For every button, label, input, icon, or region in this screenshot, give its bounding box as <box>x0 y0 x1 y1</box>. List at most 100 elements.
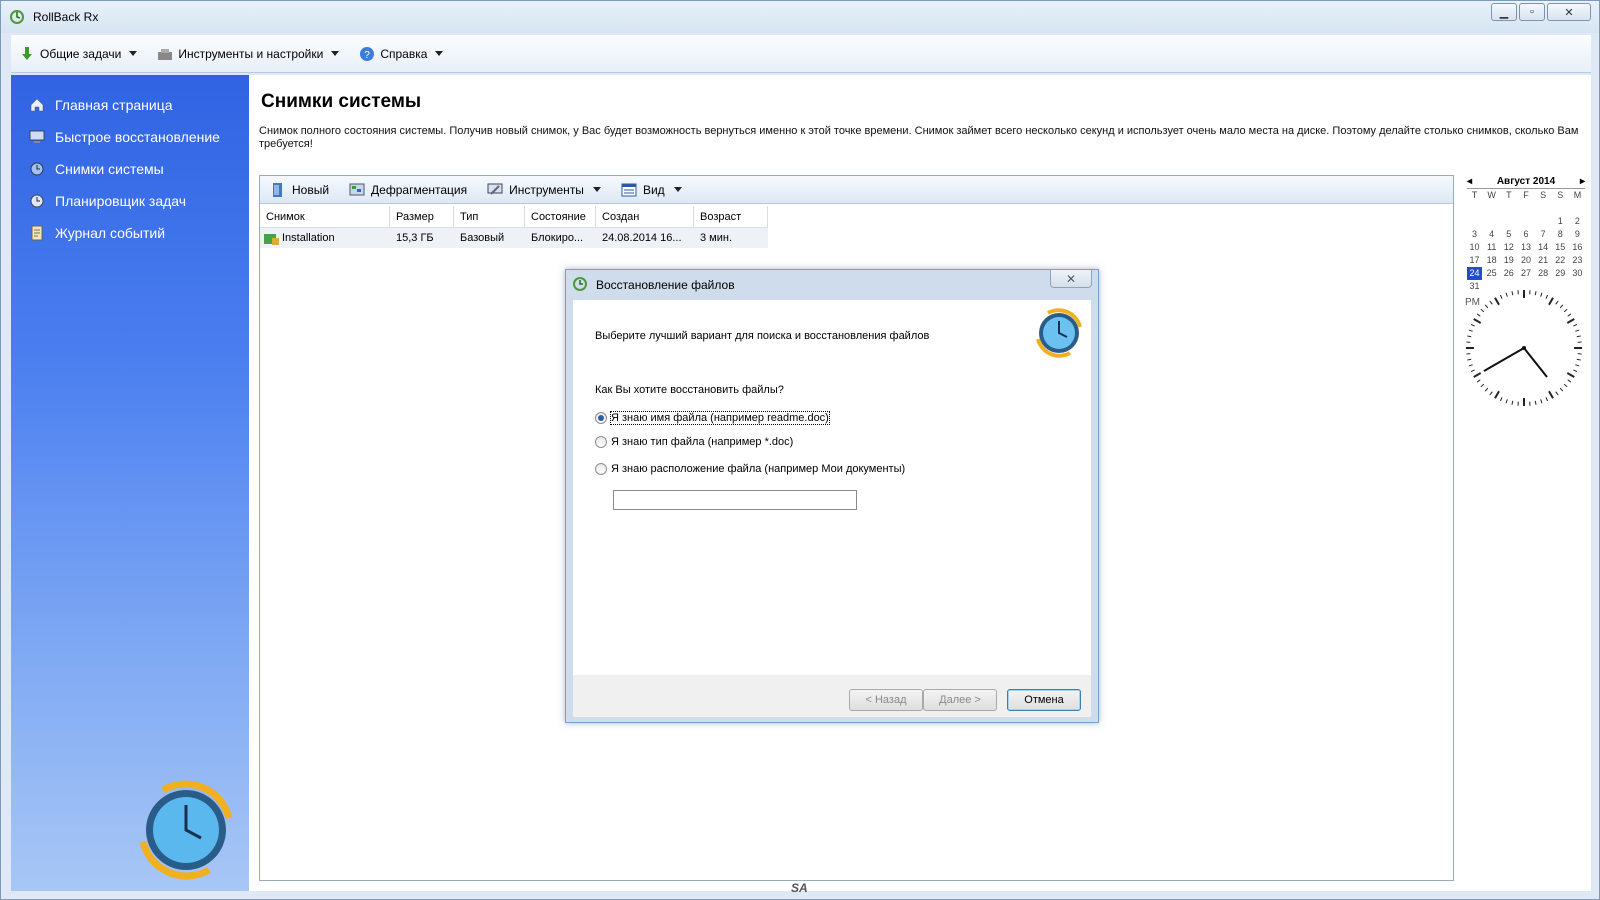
calendar-day <box>1536 215 1551 228</box>
menu-tools-settings[interactable]: Инструменты и настройки <box>157 46 340 62</box>
calendar-day[interactable]: 6 <box>1518 228 1533 241</box>
back-button[interactable]: < Назад <box>849 689 923 711</box>
help-icon: ? <box>360 46 375 61</box>
sidebar-item-scheduler[interactable]: Планировщик задач <box>29 193 186 209</box>
calendar-day <box>1518 202 1533 215</box>
new-snapshot-button[interactable]: Новый <box>270 182 329 198</box>
analog-clock: PM <box>1465 290 1582 406</box>
calendar-day[interactable]: 1 <box>1553 215 1568 228</box>
clock-tick <box>1566 372 1575 378</box>
calendar-day[interactable]: 18 <box>1484 254 1499 267</box>
calendar-day[interactable]: 13 <box>1518 241 1533 254</box>
calendar-day <box>1467 215 1482 228</box>
page-title: Снимки системы <box>261 91 422 112</box>
clock-tick <box>1575 364 1580 367</box>
maximize-button[interactable]: ▫ <box>1519 3 1545 21</box>
calendar-day[interactable]: 19 <box>1501 254 1516 267</box>
calendar-day[interactable]: 17 <box>1467 254 1482 267</box>
filename-input[interactable] <box>613 490 857 510</box>
table-row[interactable]: Installation 15,3 ГБ Базовый Блокиро... … <box>260 228 768 248</box>
menu-general-tasks[interactable]: Общие задачи <box>19 46 138 62</box>
calendar-day[interactable]: 29 <box>1553 267 1568 280</box>
calendar-day[interactable]: 14 <box>1536 241 1551 254</box>
home-icon <box>30 98 44 112</box>
calendar-day[interactable]: 11 <box>1484 241 1499 254</box>
option-by-filename[interactable]: Я знаю имя файла (например readme.doc) <box>595 411 830 425</box>
column-header-size[interactable]: Размер <box>390 206 454 228</box>
clock-tick <box>1563 383 1568 388</box>
column-header-age[interactable]: Возраст <box>694 206 768 228</box>
calendar-day[interactable]: 25 <box>1484 267 1499 280</box>
sidebar-item-home[interactable]: Главная страница <box>29 97 173 113</box>
column-header-type[interactable]: Тип <box>454 206 525 228</box>
calendar-day[interactable]: 24 <box>1467 267 1482 280</box>
close-window-button[interactable]: ✕ <box>1547 3 1591 21</box>
calendar-day[interactable]: 16 <box>1570 241 1585 254</box>
option-by-location[interactable]: Я знаю расположение файла (например Мои … <box>595 463 905 475</box>
clock-tick <box>1467 358 1472 361</box>
snapshot-toolbar: Новый Дефрагментация Инструменты Вид <box>260 176 1453 204</box>
calendar-day <box>1484 202 1499 215</box>
sidebar-item-event-log[interactable]: Журнал событий <box>29 225 165 241</box>
calendar-day[interactable]: 30 <box>1570 267 1585 280</box>
calendar-day[interactable]: 9 <box>1570 228 1585 241</box>
calendar-day[interactable]: 22 <box>1553 254 1568 267</box>
calendar-day[interactable]: 8 <box>1553 228 1568 241</box>
radio-button[interactable] <box>595 412 607 424</box>
calendar-day[interactable]: 27 <box>1518 267 1533 280</box>
minimize-button[interactable]: ▁ <box>1491 3 1517 21</box>
option-by-filetype[interactable]: Я знаю тип файла (например *.doc) <box>595 436 793 448</box>
calendar-weekday: W <box>1487 190 1496 200</box>
defrag-button[interactable]: Дефрагментация <box>349 182 467 198</box>
sidebar-item-label: Планировщик задач <box>55 193 187 209</box>
sidebar: Главная страница Быстрое восстановление … <box>11 75 249 891</box>
clock-tick <box>1573 323 1578 327</box>
clock-tick <box>1480 383 1485 388</box>
calendar-day[interactable]: 7 <box>1536 228 1551 241</box>
tools-dropdown[interactable]: Инструменты <box>487 182 601 198</box>
calendar-next-button[interactable]: ▸ <box>1580 176 1585 187</box>
calendar-day[interactable]: 4 <box>1484 228 1499 241</box>
radio-button[interactable] <box>595 463 607 475</box>
calendar-day[interactable]: 3 <box>1467 228 1482 241</box>
column-header-created[interactable]: Создан <box>596 206 694 228</box>
dialog-close-button[interactable]: ✕ <box>1050 270 1092 288</box>
sidebar-item-label: Главная страница <box>55 97 173 113</box>
view-dropdown[interactable]: Вид <box>621 182 682 198</box>
calendar-prev-button[interactable]: ◂ <box>1467 176 1472 187</box>
calendar-day[interactable]: 10 <box>1467 241 1482 254</box>
calendar-day[interactable]: 28 <box>1536 267 1551 280</box>
calendar-day[interactable]: 5 <box>1501 228 1516 241</box>
tools-icon <box>158 48 173 60</box>
calendar-day[interactable]: 23 <box>1570 254 1585 267</box>
calendar-day[interactable]: 2 <box>1570 215 1585 228</box>
column-header-snapshot[interactable]: Снимок <box>260 206 390 228</box>
column-header-state[interactable]: Состояние <box>525 206 596 228</box>
clock-tick <box>1494 390 1500 399</box>
clock-tick <box>1545 397 1549 402</box>
clock-tick <box>1567 379 1572 383</box>
calendar-day[interactable]: 21 <box>1536 254 1551 267</box>
new-snapshot-icon <box>273 182 282 197</box>
next-button[interactable]: Далее > <box>923 689 997 711</box>
snapshot-lock-icon <box>264 234 279 245</box>
clock-tick <box>1476 313 1481 317</box>
clock-tick <box>1534 291 1537 296</box>
sidebar-item-quick-restore[interactable]: Быстрое восстановление <box>29 129 220 145</box>
menu-bar: Общие задачи Инструменты и настройки ? С… <box>11 35 1591 73</box>
cell-created: 24.08.2014 16... <box>602 232 682 244</box>
rollback-logo-icon <box>139 780 233 880</box>
calendar-weekday: F <box>1523 190 1529 200</box>
clock-tick <box>1534 400 1537 405</box>
menu-help[interactable]: ? Справка <box>359 46 444 62</box>
calendar-day[interactable]: 26 <box>1501 267 1516 280</box>
calendar-day[interactable]: 20 <box>1518 254 1533 267</box>
calendar-month: Август 2014 <box>1496 176 1556 187</box>
clock-tick <box>1484 304 1489 309</box>
radio-button[interactable] <box>595 436 607 448</box>
sidebar-item-snapshots[interactable]: Снимки системы <box>29 161 164 177</box>
calendar-day[interactable]: 15 <box>1553 241 1568 254</box>
cancel-button[interactable]: Отмена <box>1007 689 1081 711</box>
sidebar-item-label: Журнал событий <box>55 225 166 241</box>
calendar-day[interactable]: 12 <box>1501 241 1516 254</box>
